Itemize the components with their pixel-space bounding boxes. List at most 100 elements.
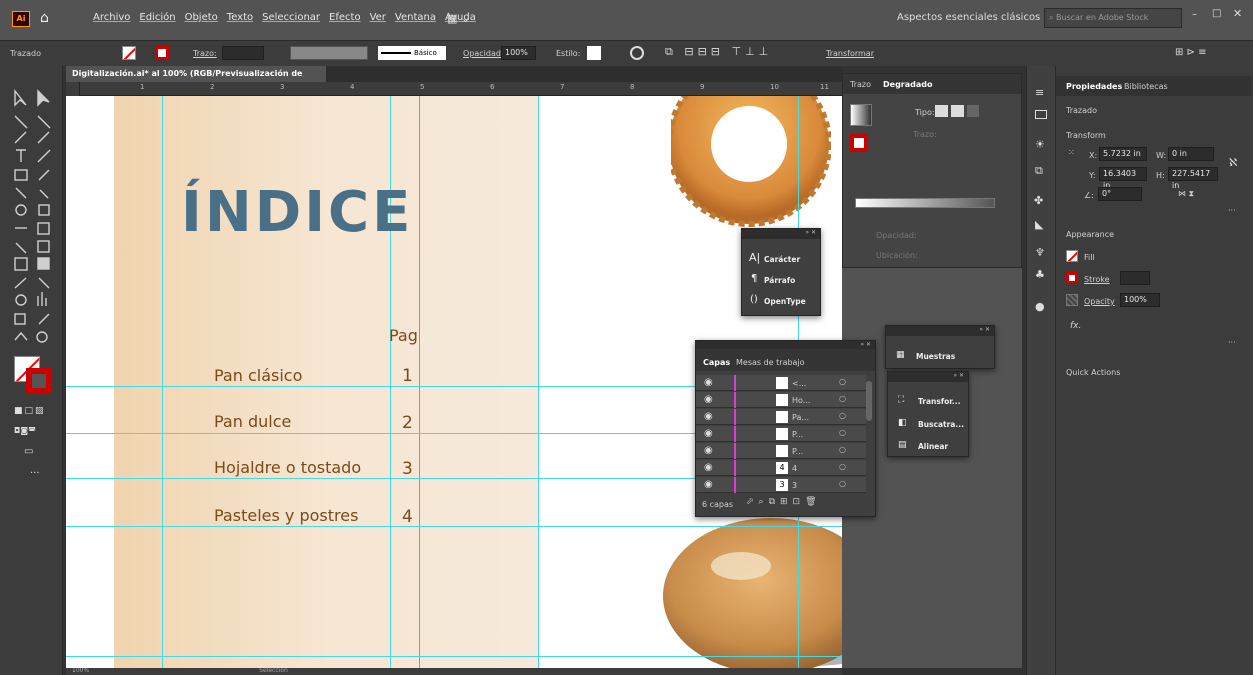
tab-bibliotecas[interactable]: Bibliotecas — [1124, 82, 1168, 91]
panel-item-muestras[interactable]: Muestras — [916, 352, 955, 361]
visibility-icon[interactable]: ◉ — [704, 445, 713, 456]
more-appearance-icon[interactable]: ··· — [1228, 338, 1236, 347]
pag-label[interactable]: Pag — [389, 326, 418, 345]
w-field[interactable]: 0 in — [1168, 147, 1214, 161]
layer-row[interactable]: ◉ P... ○ — [696, 443, 866, 459]
layer-actions-icons[interactable]: ⬀⌕⧉⊞⊡🗑 — [746, 497, 822, 507]
page-title[interactable]: ÍNDICE — [181, 180, 413, 245]
visibility-icon[interactable]: ◉ — [704, 394, 713, 405]
layer-row[interactable]: ◉ Ho... ○ — [696, 392, 866, 408]
visibility-icon[interactable]: ◉ — [704, 377, 713, 388]
stroke-swatch[interactable] — [155, 46, 169, 60]
panel-item-caracter[interactable]: Carácter — [764, 255, 800, 264]
opacity-field[interactable]: 100% — [1120, 293, 1160, 307]
visibility-icon[interactable]: ◉ — [704, 462, 713, 473]
visibility-icon[interactable]: ◉ — [704, 411, 713, 422]
layers-scrollbar[interactable] — [866, 381, 872, 421]
menu-seleccionar[interactable]: Seleccionar — [262, 12, 320, 23]
layer-row[interactable]: ◉ <... ○ — [696, 375, 866, 391]
constrain-icon[interactable]: ℵ — [1229, 156, 1237, 169]
dock-icon-brushes[interactable]: ♆ — [1035, 246, 1045, 259]
index-item-3[interactable]: Hojaldre o tostado — [214, 458, 361, 477]
gradient-type-buttons[interactable] — [935, 105, 979, 117]
index-item-1[interactable]: Pan clásico — [214, 366, 302, 385]
stroke-icon[interactable] — [1066, 272, 1078, 284]
index-num-4[interactable]: 4 — [402, 507, 413, 527]
visibility-icon[interactable]: ◉ — [704, 479, 713, 490]
panel-menu-icon[interactable]: ⊞ ⊳ ≡ — [1175, 47, 1207, 58]
dock-icon-layers[interactable] — [1035, 110, 1047, 119]
dock-icon-properties[interactable]: ≡ — [1035, 86, 1044, 99]
dock-icon-appearance[interactable]: ● — [1035, 300, 1045, 313]
brush-select[interactable]: Básico — [378, 46, 446, 60]
stroke-weight-field[interactable] — [1120, 271, 1150, 285]
layer-row[interactable]: ◉ 4 4 ○ — [696, 460, 866, 476]
more-tools-icon[interactable]: ··· — [30, 468, 40, 479]
maximize-button[interactable]: □ — [1212, 8, 1221, 19]
menu-ventana[interactable]: Ventana — [395, 12, 436, 23]
recolor-icon[interactable] — [630, 46, 644, 60]
menu-edicion[interactable]: Edición — [139, 12, 175, 23]
more-options-icon[interactable]: ··· — [1228, 206, 1236, 215]
dock-icon-color[interactable]: ☀ — [1035, 138, 1045, 151]
fill-stroke-widget[interactable] — [14, 356, 54, 396]
gradient-thumb[interactable] — [850, 104, 872, 126]
bread-image[interactable] — [661, 496, 842, 668]
index-item-2[interactable]: Pan dulce — [214, 412, 291, 431]
color-mode-icons[interactable]: ■□▨ — [14, 406, 46, 416]
close-button[interactable]: ✕ — [1233, 7, 1242, 20]
stock-search[interactable]: ⌕ Buscar en Adobe Stock — [1044, 8, 1182, 28]
draw-mode-icons[interactable]: ◘◙◚ — [14, 426, 36, 435]
index-item-4[interactable]: Pasteles y postres — [214, 506, 358, 525]
index-num-1[interactable]: 1 — [402, 366, 413, 386]
layer-row[interactable]: ◉ P... ○ — [696, 426, 866, 442]
panel-item-parrafo[interactable]: Párrafo — [764, 276, 795, 285]
tab-capas[interactable]: Capas — [703, 358, 730, 367]
menu-objeto[interactable]: Objeto — [185, 12, 218, 23]
align-icons[interactable]: ⧉ ⊟⊟⊟ ⊤⊥⊥ — [665, 45, 772, 59]
menu-archivo[interactable]: Archivo — [93, 12, 130, 23]
panel-item-alinear[interactable]: Alinear — [918, 442, 948, 451]
layer-row[interactable]: ◉ Pa... ○ — [696, 409, 866, 425]
dock-icon-graphic[interactable]: ◣ — [1035, 218, 1043, 231]
angle-field[interactable]: 0° — [1098, 187, 1142, 201]
layout-icon[interactable]: ▦ ⌄ — [447, 12, 470, 25]
tab-propiedades[interactable]: Propiedades — [1066, 82, 1122, 91]
x-field[interactable]: 5.7232 in — [1099, 147, 1147, 161]
dock-icon-swatches[interactable]: ⧉ — [1035, 164, 1043, 178]
visibility-icon[interactable]: ◉ — [704, 428, 713, 439]
layer-row[interactable]: ◉ 3 3 ○ — [696, 477, 866, 493]
workspace-switcher[interactable]: Aspectos esenciales clásicos ⌄ — [897, 12, 1052, 23]
menu-texto[interactable]: Texto — [227, 12, 253, 23]
tools-grid-icon[interactable] — [12, 88, 56, 348]
fx-button[interactable]: fx. — [1070, 321, 1081, 331]
h-field[interactable]: 227.5417 in — [1168, 167, 1218, 190]
panel-item-buscatrazos[interactable]: Buscatra... — [918, 420, 964, 429]
y-field[interactable]: 16.3403 in — [1099, 167, 1147, 190]
minimize-button[interactable]: – — [1192, 9, 1197, 20]
fill-icon[interactable] — [1066, 250, 1078, 262]
bagel-image[interactable] — [671, 96, 831, 246]
variable-width[interactable] — [290, 46, 368, 60]
gradient-slider[interactable] — [855, 198, 995, 208]
home-icon[interactable]: ⌂ — [40, 10, 49, 26]
panel-item-transformar[interactable]: Transfor... — [918, 397, 960, 406]
fill-none-icon[interactable] — [850, 134, 868, 152]
reference-point-icon[interactable]: ⁙ — [1068, 148, 1075, 157]
stroke-weight[interactable] — [222, 46, 264, 60]
ai-logo[interactable]: Ai — [12, 11, 30, 27]
opacity-field[interactable]: 100% — [501, 46, 536, 60]
dock-icon-clubs[interactable]: ♣ — [1035, 268, 1045, 281]
tab-degradado[interactable]: Degradado — [883, 80, 932, 89]
tab-mesas[interactable]: Mesas de trabajo — [736, 358, 805, 367]
screen-mode-icon[interactable]: ▭ — [24, 446, 33, 457]
index-num-3[interactable]: 3 — [402, 459, 413, 479]
fill-swatch[interactable] — [122, 46, 136, 60]
zoom-level[interactable]: 100% — [72, 667, 89, 674]
menu-ver[interactable]: Ver — [370, 12, 386, 23]
document-tab[interactable]: Digitalización.ai* al 100% (RGB/Previsua… — [66, 66, 326, 94]
style-swatch[interactable] — [587, 46, 601, 60]
menu-efecto[interactable]: Efecto — [329, 12, 361, 23]
tab-trazo[interactable]: Trazo — [850, 80, 871, 89]
transform-link[interactable]: Transformar — [826, 49, 874, 58]
